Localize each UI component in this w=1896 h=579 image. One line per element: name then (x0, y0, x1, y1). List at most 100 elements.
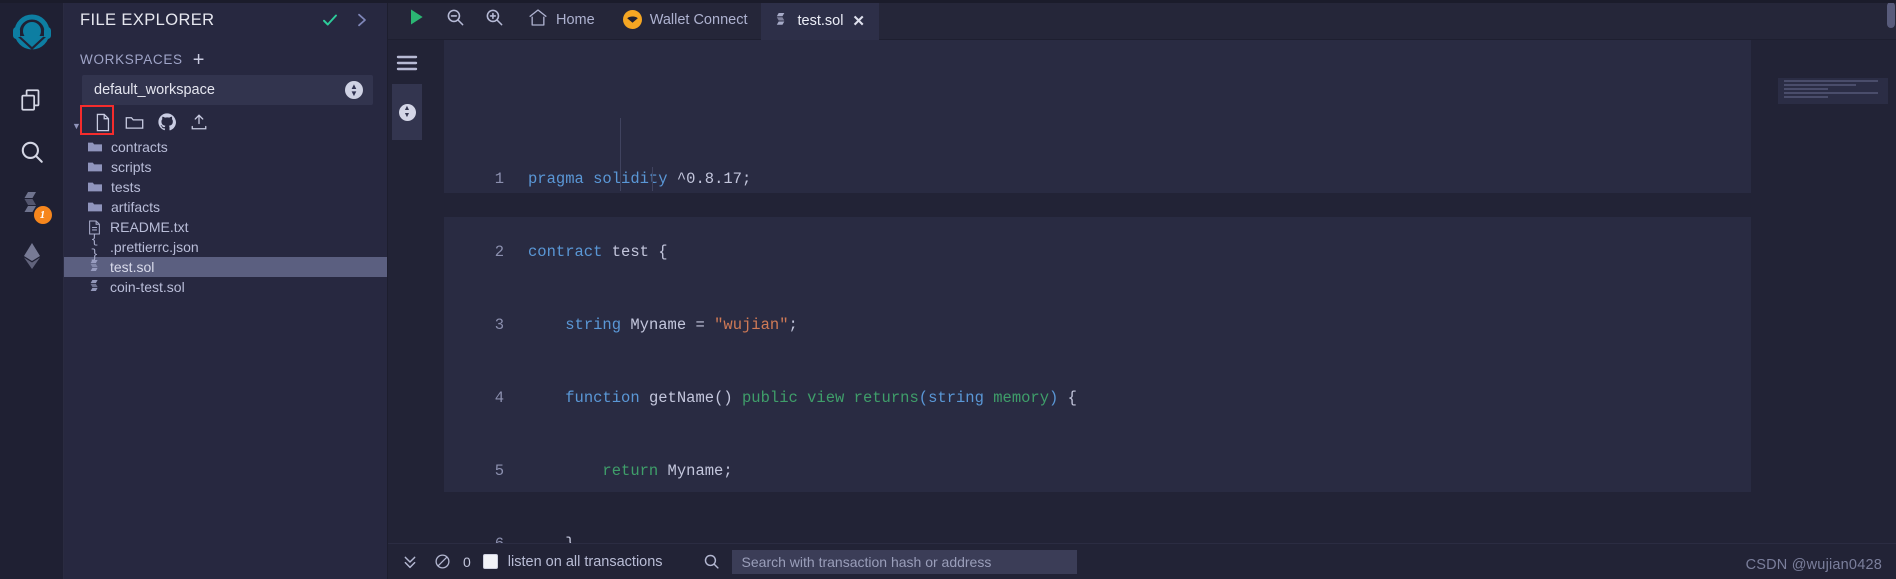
workspace-selected-value: default_workspace (94, 82, 215, 98)
page-scrollbar[interactable] (1886, 0, 1896, 579)
list-item-label: tests (111, 179, 141, 195)
list-item[interactable]: contracts (64, 137, 387, 157)
code-line: 1 pragma solidity ^0.8.17; (444, 167, 1077, 191)
folder-icon (88, 181, 102, 193)
sidebar-item-file-explorer[interactable] (0, 74, 64, 126)
list-item-label: test.sol (110, 259, 155, 275)
list-item-label: .prettierrc.json (110, 239, 199, 255)
tab-wallet-connect[interactable]: Wallet Connect (609, 0, 762, 40)
file-explorer-header: FILE EXPLORER (64, 0, 387, 40)
window-top-edge (0, 0, 1896, 3)
workspace-select[interactable]: default_workspace ▲ ▼ (82, 75, 373, 105)
sidebar-item-deploy-run[interactable] (0, 230, 64, 282)
zoom-in-icon (485, 8, 504, 32)
clear-console-icon[interactable] (426, 553, 459, 570)
ethereum-icon (19, 242, 45, 270)
remix-ide-window: 1 FILE EXPLORER WORKSPACES + default_wor… (0, 0, 1896, 579)
collapse-caret-icon[interactable]: ▼ (72, 121, 81, 131)
remix-logo[interactable] (6, 8, 58, 60)
listen-on-all-transactions-checkbox[interactable] (482, 554, 498, 569)
home-icon (528, 8, 548, 31)
minimap-line (1784, 96, 1828, 98)
check-icon[interactable] (317, 11, 343, 29)
chevron-right-icon[interactable] (349, 12, 373, 28)
terminal-bar: 0 listen on all transactions (388, 543, 1896, 579)
code-editor-surface[interactable]: ▲ ▼ 1 pragma solidity ^0.8.17; 2 contract t… (388, 40, 1896, 553)
line-number: 5 (494, 462, 504, 481)
tab-test-sol[interactable]: test.sol ✕ (761, 0, 879, 40)
chevrons-down-icon[interactable] (394, 554, 426, 570)
file-explorer-panel: FILE EXPLORER WORKSPACES + default_works… (64, 0, 388, 579)
github-icon[interactable] (158, 113, 176, 131)
zoom-in-button[interactable] (475, 0, 514, 40)
editor-scroll-handle[interactable]: ▲ ▼ (392, 84, 422, 140)
main-area: Home Wallet Connect test.sol ✕ ▲ ▼ 1 pra… (388, 0, 1896, 579)
list-item[interactable]: README.txt (64, 217, 387, 237)
list-item[interactable]: { } .prettierrc.json (64, 232, 387, 262)
tab-test-sol-label: test.sol (797, 12, 844, 29)
explorer-toolbar: ▼ (64, 105, 387, 135)
scrollbar-thumb[interactable] (1887, 2, 1895, 28)
list-item[interactable]: artifacts (64, 197, 387, 217)
new-folder-icon[interactable] (125, 114, 144, 131)
line-number: 2 (494, 243, 504, 262)
file-explorer-icon (19, 87, 45, 113)
listen-on-all-transactions-label: listen on all transactions (507, 553, 663, 570)
sidebar-item-solidity-compiler[interactable]: 1 (0, 178, 64, 230)
terminal-log-count: 0 (463, 553, 471, 570)
transaction-search-input[interactable] (731, 549, 1077, 574)
chevron-updown-icon: ▲ ▼ (345, 81, 363, 99)
tab-home-label: Home (556, 11, 595, 28)
json-file-icon: { } (90, 232, 99, 262)
add-workspace-button[interactable]: + (193, 50, 205, 70)
watermark: CSDN @wujian0428 (1745, 557, 1882, 573)
close-icon[interactable]: ✕ (852, 12, 865, 30)
minimap-line (1784, 88, 1828, 90)
list-item[interactable]: coin-test.sol (64, 277, 387, 297)
code-editor[interactable]: ▲ ▼ 1 pragma solidity ^0.8.17; 2 contract t… (388, 40, 1896, 553)
search-icon[interactable] (703, 553, 720, 570)
search-icon (19, 139, 45, 165)
list-item-label: artifacts (111, 199, 161, 215)
editor-toolbar: Home Wallet Connect test.sol ✕ (388, 0, 1896, 40)
chevron-updown-icon: ▲ ▼ (398, 103, 416, 121)
play-icon (406, 7, 426, 32)
list-item-test-sol[interactable]: test.sol (64, 257, 387, 277)
page-title: FILE EXPLORER (80, 10, 215, 29)
editor-menu-icon[interactable] (396, 54, 418, 77)
solidity-file-icon (775, 13, 788, 28)
code-line: 2 contract test { (444, 240, 1077, 264)
zoom-out-button[interactable] (436, 0, 475, 40)
line-number: 4 (494, 389, 504, 408)
list-item[interactable]: tests (64, 177, 387, 197)
folder-icon (88, 141, 102, 153)
minimap-line (1784, 84, 1856, 86)
compiler-badge: 1 (33, 206, 52, 224)
workspaces-label: WORKSPACES (80, 52, 183, 67)
wallet-connect-icon (622, 10, 642, 29)
solidity-file-icon (88, 260, 101, 274)
upload-file-icon[interactable] (190, 113, 208, 131)
code-line: 3 string Myname = "wujian"; (444, 313, 1077, 337)
list-item-label: coin-test.sol (110, 279, 185, 295)
minimap-line (1784, 92, 1878, 94)
new-file-icon[interactable] (94, 113, 111, 132)
file-tree: contracts scripts tests artifacts README… (64, 135, 387, 297)
minimap[interactable] (1778, 78, 1888, 104)
folder-icon (88, 201, 102, 213)
list-item-label: README.txt (110, 219, 189, 235)
code-line: 5 return Myname; (444, 459, 1077, 483)
folder-icon (88, 161, 102, 173)
list-item-label: scripts (111, 159, 152, 175)
tab-home[interactable]: Home (514, 0, 609, 40)
code-content[interactable]: 1 pragma solidity ^0.8.17; 2 contract test… (444, 46, 1077, 579)
indent-guide (652, 167, 653, 191)
line-number: 1 (494, 170, 504, 189)
run-script-button[interactable] (396, 0, 436, 40)
tab-wallet-connect-label: Wallet Connect (649, 11, 748, 28)
workspaces-row: WORKSPACES + (64, 40, 387, 75)
list-item[interactable]: scripts (64, 157, 387, 177)
sidebar-item-search[interactable] (0, 126, 64, 178)
solidity-file-icon (88, 280, 101, 294)
activity-bar: 1 (0, 0, 64, 579)
